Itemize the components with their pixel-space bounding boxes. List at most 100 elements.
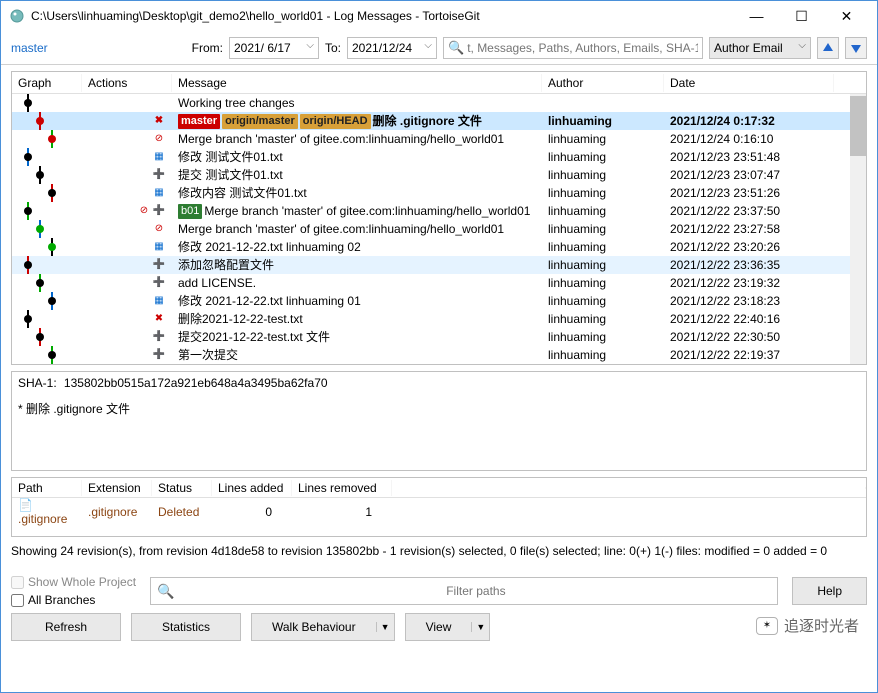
help-button[interactable]: Help	[792, 577, 867, 605]
filter-paths-input[interactable]: 🔍	[150, 577, 778, 605]
search-icon: 🔍	[448, 40, 464, 56]
from-date-input[interactable]: 2021/ 6/17	[229, 37, 319, 59]
view-button[interactable]: View▼	[405, 613, 491, 641]
filter-field-combo[interactable]: Author Email	[709, 37, 811, 59]
date-cell: 2021/12/22 22:19:37	[664, 346, 834, 364]
actions-cell: ⊘➕	[82, 204, 172, 218]
log-row[interactable]: ▦ 修改 2021-12-22.txt linhuaming 02 linhua…	[12, 238, 866, 256]
fcol-ext[interactable]: Extension	[82, 480, 152, 496]
col-author[interactable]: Author	[542, 74, 664, 92]
window-title: C:\Users\linhuaming\Desktop\git_demo2\he…	[31, 9, 734, 23]
titlebar: C:\Users\linhuaming\Desktop\git_demo2\he…	[1, 1, 877, 31]
message-cell: add LICENSE.	[172, 274, 542, 292]
actions-cell: ▦	[82, 186, 172, 200]
message-cell: 修改 2021-12-22.txt linhuaming 02	[172, 238, 542, 256]
message-cell: 添加忽略配置文件	[172, 256, 542, 274]
maximize-button[interactable]: ☐	[779, 2, 824, 30]
message-cell: 第一次提交	[172, 346, 542, 364]
graph-cell	[12, 328, 82, 346]
message-cell: 删除2021-12-22-test.txt	[172, 310, 542, 328]
log-body[interactable]: Working tree changes ✖ master origin/mas…	[12, 94, 866, 364]
graph-cell	[12, 310, 82, 328]
actions-cell: ➕	[82, 168, 172, 182]
scroll-up-button[interactable]	[817, 37, 839, 59]
message-cell: 修改 测试文件01.txt	[172, 148, 542, 166]
log-row[interactable]: ➕ add LICENSE. linhuaming 2021/12/22 23:…	[12, 274, 866, 292]
log-row[interactable]: ▦ 修改 测试文件01.txt linhuaming 2021/12/23 23…	[12, 148, 866, 166]
log-row[interactable]: ▦ 修改内容 测试文件01.txt linhuaming 2021/12/23 …	[12, 184, 866, 202]
minimize-button[interactable]: —	[734, 2, 779, 30]
log-row[interactable]: ⊘➕ b01 Merge branch 'master' of gitee.co…	[12, 202, 866, 220]
actions-cell: ✖	[82, 114, 172, 128]
chevron-down-icon[interactable]: ▼	[471, 622, 489, 632]
log-row[interactable]: ➕ 第一次提交 linhuaming 2021/12/22 22:19:37	[12, 346, 866, 364]
author-cell: linhuaming	[542, 148, 664, 166]
author-cell: linhuaming	[542, 184, 664, 202]
author-cell: linhuaming	[542, 310, 664, 328]
col-actions[interactable]: Actions	[82, 74, 172, 92]
date-cell: 2021/12/23 23:51:26	[664, 184, 834, 202]
author-cell: linhuaming	[542, 292, 664, 310]
to-date-input[interactable]: 2021/12/24	[347, 37, 437, 59]
refresh-button[interactable]: Refresh	[11, 613, 121, 641]
log-row[interactable]: ▦ 修改 2021-12-22.txt linhuaming 01 linhua…	[12, 292, 866, 310]
col-date[interactable]: Date	[664, 74, 834, 92]
graph-cell	[12, 184, 82, 202]
search-input[interactable]: 🔍	[443, 37, 703, 59]
fcol-removed[interactable]: Lines removed	[292, 480, 392, 496]
walk-behaviour-button[interactable]: Walk Behaviour▼	[251, 613, 395, 641]
log-row[interactable]: ✖ master origin/master origin/HEAD 删除 .g…	[12, 112, 866, 130]
date-cell: 2021/12/22 23:18:23	[664, 292, 834, 310]
wechat-icon: ✶	[756, 617, 778, 635]
chevron-down-icon[interactable]: ▼	[376, 622, 394, 632]
toolbar: master From: 2021/ 6/17 To: 2021/12/24 🔍…	[1, 31, 877, 65]
author-cell: linhuaming	[542, 130, 664, 148]
date-cell: 2021/12/22 22:30:50	[664, 328, 834, 346]
file-status: Deleted	[152, 505, 212, 519]
col-graph[interactable]: Graph	[12, 74, 82, 92]
fcol-path[interactable]: Path	[12, 480, 82, 496]
date-cell: 2021/12/24 0:16:10	[664, 130, 834, 148]
status-text: Showing 24 revision(s), from revision 4d…	[11, 543, 867, 573]
log-row-working-tree[interactable]: Working tree changes	[12, 94, 866, 112]
file-row[interactable]: 📄 .gitignore .gitignore Deleted 0 1	[12, 498, 866, 516]
log-row[interactable]: ➕ 提交 测试文件01.txt linhuaming 2021/12/23 23…	[12, 166, 866, 184]
all-branches-check[interactable]: All Branches	[11, 593, 136, 607]
message-cell: master origin/master origin/HEAD 删除 .git…	[172, 112, 542, 130]
message-cell: 修改 2021-12-22.txt linhuaming 01	[172, 292, 542, 310]
log-row[interactable]: ➕ 提交2021-12-22-test.txt 文件 linhuaming 20…	[12, 328, 866, 346]
fcol-status[interactable]: Status	[152, 480, 212, 496]
log-row[interactable]: ✖ 删除2021-12-22-test.txt linhuaming 2021/…	[12, 310, 866, 328]
date-cell: 2021/12/22 22:40:16	[664, 310, 834, 328]
statistics-button[interactable]: Statistics	[131, 613, 241, 641]
author-cell: linhuaming	[542, 346, 664, 364]
graph-cell	[12, 238, 82, 256]
log-row[interactable]: ⊘ Merge branch 'master' of gitee.com:lin…	[12, 130, 866, 148]
close-button[interactable]: ✕	[824, 2, 869, 30]
app-icon	[9, 8, 25, 24]
scrollbar[interactable]	[850, 94, 866, 364]
actions-cell: ▦	[82, 150, 172, 164]
commit-subject: * 删除 .gitignore 文件	[18, 400, 860, 417]
fcol-added[interactable]: Lines added	[212, 480, 292, 496]
scrollbar-thumb[interactable]	[850, 96, 866, 156]
file-path: 📄 .gitignore	[12, 498, 82, 526]
message-cell: Merge branch 'master' of gitee.com:linhu…	[172, 220, 542, 238]
col-message[interactable]: Message	[172, 74, 542, 92]
log-row[interactable]: ⊘ Merge branch 'master' of gitee.com:lin…	[12, 220, 866, 238]
scroll-down-button[interactable]	[845, 37, 867, 59]
actions-cell: ➕	[82, 276, 172, 290]
from-label: From:	[192, 41, 223, 55]
graph-cell	[12, 112, 82, 130]
branch-link[interactable]: master	[11, 41, 48, 55]
show-whole-project-check[interactable]: Show Whole Project	[11, 575, 136, 589]
message-cell: 修改内容 测试文件01.txt	[172, 184, 542, 202]
actions-cell: ⊘	[82, 132, 172, 146]
graph-cell	[12, 166, 82, 184]
author-cell: linhuaming	[542, 256, 664, 274]
watermark: ✶ 追逐时光者	[756, 615, 859, 636]
log-row[interactable]: ➕ 添加忽略配置文件 linhuaming 2021/12/22 23:36:3…	[12, 256, 866, 274]
graph-cell	[12, 346, 82, 364]
log-table: Graph Actions Message Author Date Workin…	[11, 71, 867, 365]
commit-details[interactable]: SHA-1: 135802bb0515a172a921eb648a4a3495b…	[11, 371, 867, 471]
